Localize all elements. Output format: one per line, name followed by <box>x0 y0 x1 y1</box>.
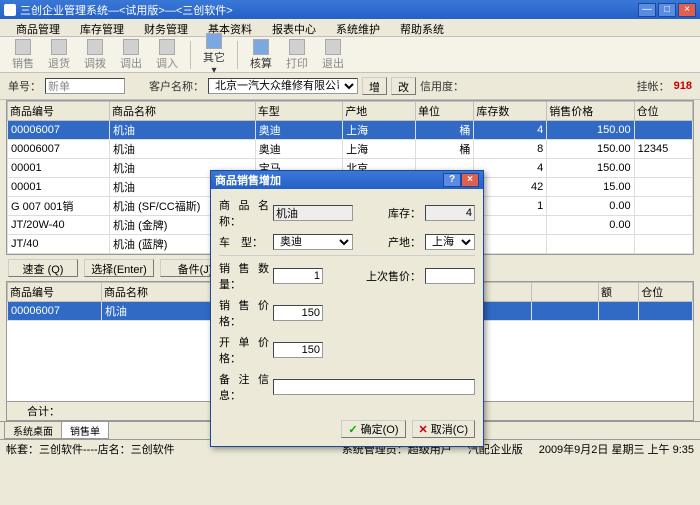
col-header[interactable]: 单位 <box>416 102 474 121</box>
in-icon <box>159 39 175 55</box>
table-row[interactable]: 00006007机油奥迪上海桶8150.0012345 <box>8 140 693 159</box>
col-header[interactable]: 销售价格 <box>547 102 634 121</box>
dialog-ok-button[interactable]: ✓确定(O) <box>341 420 405 438</box>
minimize-button[interactable]: — <box>638 3 656 17</box>
col-header[interactable]: 商品名称 <box>110 102 256 121</box>
check-icon: ✓ <box>348 423 357 436</box>
gua-value: 918 <box>674 80 692 92</box>
menu-item[interactable]: 系统维护 <box>326 19 390 36</box>
tb-out[interactable]: 调出 <box>114 38 148 72</box>
toolbar: 销售 退货 调拨 调出 调入 其它 ▾ 核算 打印 退出 <box>0 37 700 73</box>
menu-item[interactable]: 报表中心 <box>262 19 326 36</box>
window-title: 三创企业管理系统—<试用版>—<三创软件> <box>20 2 638 18</box>
col-header[interactable]: 额 <box>598 283 638 302</box>
add-button[interactable]: 增 <box>362 77 387 95</box>
calc-icon <box>253 39 269 55</box>
dlg-qty-input[interactable] <box>273 268 323 284</box>
x-icon: ✕ <box>419 423 428 436</box>
col-header[interactable]: 仓位 <box>639 283 693 302</box>
select-button[interactable]: 选择(Enter) <box>84 259 154 277</box>
tb-transfer[interactable]: 调拨 <box>78 38 112 72</box>
dlg-note-input[interactable] <box>273 379 475 395</box>
credit-label: 信用度： <box>420 78 464 94</box>
tb-calc[interactable]: 核算 <box>244 38 278 72</box>
customer-label: 客户名称： <box>149 78 204 94</box>
col-header[interactable]: 商品编号 <box>8 102 110 121</box>
col-header[interactable]: 库存数 <box>474 102 547 121</box>
tb-in[interactable]: 调入 <box>150 38 184 72</box>
dlg-place-select[interactable]: 上海 <box>425 234 475 250</box>
dialog-cancel-button[interactable]: ✕取消(C) <box>412 420 476 438</box>
menu-item[interactable]: 财务管理 <box>134 19 198 36</box>
dlg-price-input[interactable] <box>273 305 323 321</box>
menu-item[interactable]: 帮助系统 <box>390 19 454 36</box>
app-icon <box>4 4 16 16</box>
dlg-type-select[interactable]: 奥迪 <box>273 234 353 250</box>
col-header[interactable]: 车型 <box>255 102 342 121</box>
col-header[interactable]: 产地 <box>343 102 416 121</box>
status-account: 帐套：三创软件----店名：三创软件 <box>6 441 175 457</box>
customer-select[interactable]: 北京一汽大众维修有限公司 <box>208 78 358 94</box>
quick-search-button[interactable]: 速查 (Q) <box>8 259 78 277</box>
dlg-name-input <box>273 205 353 221</box>
status-date: 2009年9月2日 星期三 上午 9:35 <box>539 441 694 457</box>
order-label: 单号： <box>8 78 41 94</box>
tab-sales[interactable]: 销售单 <box>61 422 109 439</box>
table-row[interactable]: 00006007机油奥迪上海桶4150.00 <box>8 121 693 140</box>
dlg-last-input[interactable] <box>425 268 475 284</box>
maximize-button[interactable]: □ <box>658 3 676 17</box>
tb-print[interactable]: 打印 <box>280 38 314 72</box>
dialog-help-button[interactable]: ? <box>443 173 461 187</box>
transfer-icon <box>87 39 103 55</box>
modify-button[interactable]: 改 <box>391 77 416 95</box>
dlg-unit-input[interactable] <box>273 342 323 358</box>
order-input[interactable] <box>45 78 125 94</box>
tb-exit[interactable]: 退出 <box>316 38 350 72</box>
title-bar: 三创企业管理系统—<试用版>—<三创软件> — □ × <box>0 0 700 19</box>
col-header[interactable]: 仓位 <box>634 102 692 121</box>
out-icon <box>123 39 139 55</box>
col-header[interactable]: 商品编号 <box>8 283 102 302</box>
print-icon <box>289 39 305 55</box>
add-sale-dialog: 商品销售增加 ? × 商品名称： 库存： 车 型： 奥迪 产地： 上海 销售数量… <box>210 170 484 447</box>
tab-desktop[interactable]: 系统桌面 <box>4 422 62 439</box>
tb-other[interactable]: 其它 ▾ <box>197 32 231 77</box>
exit-icon <box>325 39 341 55</box>
dialog-titlebar: 商品销售增加 ? × <box>211 171 483 189</box>
menu-item[interactable]: 库存管理 <box>70 19 134 36</box>
menu-item[interactable]: 商品管理 <box>6 19 70 36</box>
close-button[interactable]: × <box>678 3 696 17</box>
other-icon <box>206 33 222 49</box>
return-icon <box>51 39 67 55</box>
dlg-stock-input <box>425 205 475 221</box>
dialog-close-button[interactable]: × <box>461 173 479 187</box>
gua-label: 挂帐： <box>637 78 670 94</box>
form-row: 单号： 客户名称： 北京一汽大众维修有限公司 增 改 信用度： 挂帐： 918 <box>0 73 700 100</box>
menu-bar: 商品管理 库存管理 财务管理 基本资料 报表中心 系统维护 帮助系统 <box>0 19 700 37</box>
sale-icon <box>15 39 31 55</box>
dialog-title: 商品销售增加 <box>215 172 443 188</box>
tb-return[interactable]: 退货 <box>42 38 76 72</box>
tb-sale[interactable]: 销售 <box>6 38 40 72</box>
col-header[interactable] <box>531 283 598 302</box>
